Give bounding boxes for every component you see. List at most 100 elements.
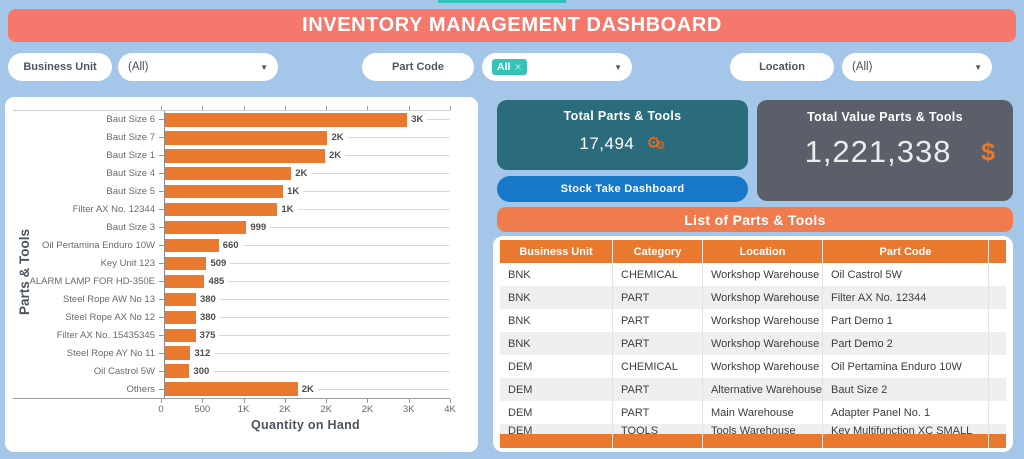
gridline [214,353,450,354]
bar[interactable] [165,346,190,359]
table-cell: Filter AX No. 12344 [822,286,988,309]
table-cell: Part Demo 1 [822,309,988,332]
column-header[interactable]: Category [612,240,702,263]
close-icon[interactable]: ✕ [514,62,522,73]
table-cell: DEM [500,401,612,424]
bar-value-label: 485 [208,276,224,287]
gridline [318,389,450,390]
bar[interactable] [165,239,219,252]
bar[interactable] [165,364,189,377]
axis-tick-label: 4K [444,404,456,415]
axis-tick [450,399,451,403]
selected-value-chip[interactable]: All ✕ [492,59,527,75]
table-cell [822,434,988,448]
bar-track: 999 [164,219,450,237]
bar-track: 2K [164,147,450,165]
bar[interactable] [165,382,298,395]
category-label: Baut Size 3 [13,222,159,233]
table-cell: Part Demo 2 [822,332,988,355]
table-cell: Workshop Warehouse [702,332,822,355]
table-cell: Workshop Warehouse [702,309,822,332]
gridline [427,119,450,120]
table-row[interactable]: DEMCHEMICALWorkshop WarehouseOil Pertami… [500,355,1006,378]
column-header[interactable]: Part Code [822,240,988,263]
table-cell: Oil Castrol 5W [822,263,988,286]
stock-take-dashboard-button[interactable]: Stock Take Dashboard [497,176,748,202]
table-row[interactable]: DEMPARTAlternative WarehouseBaut Size 2 [500,378,1006,401]
bar[interactable] [165,329,196,342]
dashboard: INVENTORY MANAGEMENT DASHBOARD Business … [0,0,1024,459]
top-axis-ticks [161,105,450,110]
table-row[interactable]: BNKPARTWorkshop WarehousePart Demo 2 [500,332,1006,355]
axis-tick [244,106,245,110]
bar[interactable] [165,221,246,234]
bar-value-label: 2K [329,150,341,161]
part-code-dropdown[interactable]: All ✕ ▼ [482,53,632,81]
bar[interactable] [165,275,204,288]
table-row[interactable]: BNKPARTWorkshop WarehouseFilter AX No. 1… [500,286,1006,309]
bar[interactable] [165,131,327,144]
table-row[interactable]: DEMTOOLSTools WarehouseKey Multifunction… [500,424,1006,434]
table-cell-sliver [988,263,1006,286]
chart-row: Filter AX No. 15435345375 [13,326,450,344]
parts-table-panel: Business UnitCategoryLocationPart Code B… [493,236,1013,452]
bar-value-label: 2K [295,168,307,179]
table-cell: BNK [500,309,612,332]
category-label: Steel Rope AW No 13 [13,294,159,305]
category-label: Steel Rope AX No 12 [13,312,159,323]
table-cell: Oil Pertamina Enduro 10W [822,355,988,378]
category-label: Filter AX No. 12344 [13,204,159,215]
bar[interactable] [165,257,206,270]
table-row[interactable]: DEMPARTMain WarehouseAdapter Panel No. 1 [500,401,1006,424]
category-label: Baut Size 1 [13,150,159,161]
gridline [220,299,450,300]
bar-track: 1K [164,183,450,201]
gridline [298,209,450,210]
location-dropdown[interactable]: (All) ▼ [842,53,992,81]
chart-row: Baut Size 72K [13,129,450,147]
table-cell: Adapter Panel No. 1 [822,401,988,424]
bar-track: 509 [164,255,450,273]
bar[interactable] [165,293,196,306]
axis-tick-label: 2K [320,404,332,415]
filter-label-part-code: Part Code [362,53,474,81]
x-axis-title: Quantity on Hand [161,418,450,432]
gridline [220,317,450,318]
bar-track: 380 [164,308,450,326]
list-section-title: List of Parts & Tools [497,207,1013,232]
table-row[interactable]: BNKCHEMICALWorkshop WarehouseOil Castrol… [500,263,1006,286]
axis-tick [409,399,410,403]
bar[interactable] [165,167,291,180]
axis-tick-label: 500 [194,404,210,415]
table-cell: PART [612,378,702,401]
table-cell: TOOLS [612,424,702,434]
bar-track: 2K [164,129,450,147]
bar[interactable] [165,113,407,126]
bar[interactable] [165,185,283,198]
bar-value-label: 300 [193,366,209,377]
table-cell: Workshop Warehouse [702,263,822,286]
bar-track: 375 [164,326,450,344]
table-cell: PART [612,309,702,332]
column-header[interactable]: Location [702,240,822,263]
kpi-title: Total Parts & Tools [497,109,748,123]
chart-row: Baut Size 42K [13,165,450,183]
bar[interactable] [165,311,196,324]
axis-tick [367,399,368,403]
business-unit-dropdown[interactable]: (All) ▼ [118,53,278,81]
table-row-highlighted[interactable] [500,434,1006,448]
category-label: Others [13,384,159,395]
gridline [219,335,450,336]
bar[interactable] [165,203,277,216]
column-header[interactable]: Business Unit [500,240,612,263]
dropdown-value: (All) [128,61,148,73]
bar[interactable] [165,149,325,162]
axis-tick [202,106,203,110]
table-cell: PART [612,332,702,355]
axis-tick [285,399,286,403]
table-row[interactable]: BNKPARTWorkshop WarehousePart Demo 1 [500,309,1006,332]
bar-track: 1K [164,201,450,219]
chart-row: Baut Size 1 2K [13,147,450,165]
bar-track: 660 [164,237,450,255]
sheet-tab [438,0,566,3]
